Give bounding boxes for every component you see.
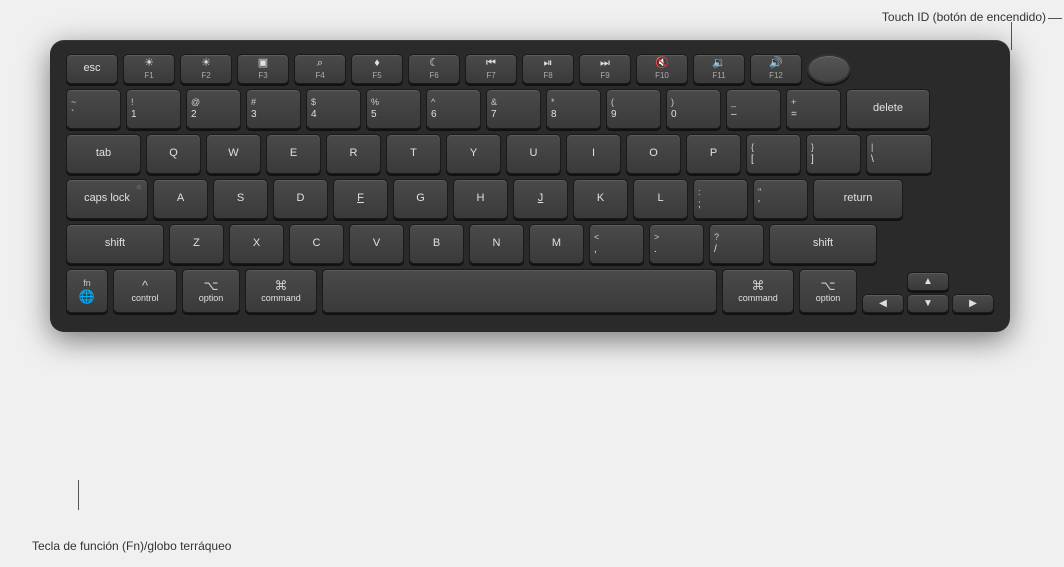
key-arrow-down[interactable]: ▼ (907, 294, 949, 313)
key-6[interactable]: ^6 (426, 89, 481, 129)
callout-touch-id: Touch ID (botón de encendido) (882, 10, 1046, 24)
key-slash[interactable]: ?/ (709, 224, 764, 264)
key-f12[interactable]: 🔊F12 (750, 54, 802, 84)
key-h[interactable]: H (453, 179, 508, 219)
callout-fn: Tecla de función (Fn)/globo terráqueo (32, 539, 231, 553)
key-a[interactable]: A (153, 179, 208, 219)
key-s[interactable]: S (213, 179, 268, 219)
key-f7[interactable]: ⏮F7 (465, 54, 517, 84)
key-7[interactable]: &7 (486, 89, 541, 129)
key-fn[interactable]: fn 🌐 (66, 269, 108, 313)
key-f[interactable]: F (333, 179, 388, 219)
key-u[interactable]: U (506, 134, 561, 174)
key-bracket-close[interactable]: }] (806, 134, 861, 174)
key-p[interactable]: P (686, 134, 741, 174)
key-shift-right[interactable]: shift (769, 224, 877, 264)
key-comma[interactable]: <, (589, 224, 644, 264)
key-k[interactable]: K (573, 179, 628, 219)
fn-row: esc ☀F1 ☀F2 ▣F3 ⌕F4 ♦F5 ☾F6 ⏮F7 ⏯F8 ⏭F9 … (66, 54, 994, 84)
key-return[interactable]: return (813, 179, 903, 219)
key-d[interactable]: D (273, 179, 328, 219)
key-option-left[interactable]: ⌥ option (182, 269, 240, 313)
key-f2[interactable]: ☀F2 (180, 54, 232, 84)
key-command-left[interactable]: ⌘ command (245, 269, 317, 313)
caps-indicator (137, 185, 141, 189)
bottom-row: fn 🌐 ^ control ⌥ option ⌘ command ⌘ comm… (66, 269, 994, 313)
key-8[interactable]: *8 (546, 89, 601, 129)
key-delete[interactable]: delete (846, 89, 930, 129)
key-space[interactable] (322, 269, 717, 313)
key-j[interactable]: J (513, 179, 568, 219)
callout-fn-line (78, 480, 79, 510)
key-o[interactable]: O (626, 134, 681, 174)
key-f1[interactable]: ☀F1 (123, 54, 175, 84)
key-v[interactable]: V (349, 224, 404, 264)
key-minus[interactable]: _– (726, 89, 781, 129)
key-backtick[interactable]: ~` (66, 89, 121, 129)
arrow-cluster: ▲ ◀ ▼ ▶ (862, 272, 994, 313)
qwerty-row: tab Q W E R T Y U I O P {[ }] |\ (66, 134, 994, 174)
key-2[interactable]: @2 (186, 89, 241, 129)
key-tab[interactable]: tab (66, 134, 141, 174)
key-f3[interactable]: ▣F3 (237, 54, 289, 84)
key-4[interactable]: $4 (306, 89, 361, 129)
key-e[interactable]: E (266, 134, 321, 174)
key-shift-left[interactable]: shift (66, 224, 164, 264)
key-y[interactable]: Y (446, 134, 501, 174)
key-bracket-open[interactable]: {[ (746, 134, 801, 174)
zxcv-row: shift Z X C V B N M <, >. ?/ shift (66, 224, 994, 264)
key-f10[interactable]: 🔇F10 (636, 54, 688, 84)
key-capslock[interactable]: caps lock (66, 179, 148, 219)
key-equals[interactable]: += (786, 89, 841, 129)
key-0[interactable]: )0 (666, 89, 721, 129)
key-n[interactable]: N (469, 224, 524, 264)
key-q[interactable]: Q (146, 134, 201, 174)
key-option-right[interactable]: ⌥ option (799, 269, 857, 313)
key-backslash[interactable]: |\ (866, 134, 932, 174)
key-f11[interactable]: 🔉F11 (693, 54, 745, 84)
key-w[interactable]: W (206, 134, 261, 174)
key-f9[interactable]: ⏭F9 (579, 54, 631, 84)
key-t[interactable]: T (386, 134, 441, 174)
key-esc[interactable]: esc (66, 54, 118, 84)
key-arrow-up[interactable]: ▲ (907, 272, 949, 291)
key-3[interactable]: #3 (246, 89, 301, 129)
key-semicolon[interactable]: :; (693, 179, 748, 219)
key-arrow-left[interactable]: ◀ (862, 294, 904, 313)
key-period[interactable]: >. (649, 224, 704, 264)
key-g[interactable]: G (393, 179, 448, 219)
key-l[interactable]: L (633, 179, 688, 219)
key-r[interactable]: R (326, 134, 381, 174)
key-quote[interactable]: "' (753, 179, 808, 219)
key-m[interactable]: M (529, 224, 584, 264)
key-f4[interactable]: ⌕F4 (294, 54, 346, 84)
key-i[interactable]: I (566, 134, 621, 174)
key-f8[interactable]: ⏯F8 (522, 54, 574, 84)
key-x[interactable]: X (229, 224, 284, 264)
key-arrow-right[interactable]: ▶ (952, 294, 994, 313)
key-9[interactable]: (9 (606, 89, 661, 129)
key-command-right[interactable]: ⌘ command (722, 269, 794, 313)
asdf-row: caps lock A S D F G H J K L :; "' return (66, 179, 994, 219)
key-b[interactable]: B (409, 224, 464, 264)
key-1[interactable]: !1 (126, 89, 181, 129)
key-c[interactable]: C (289, 224, 344, 264)
number-row: ~` !1 @2 #3 $4 %5 ^6 &7 *8 (9 )0 (66, 89, 994, 129)
keyboard: esc ☀F1 ☀F2 ▣F3 ⌕F4 ♦F5 ☾F6 ⏮F7 ⏯F8 ⏭F9 … (50, 40, 1010, 332)
callout-touch-id-line (1011, 22, 1012, 50)
key-f6[interactable]: ☾F6 (408, 54, 460, 84)
key-f5[interactable]: ♦F5 (351, 54, 403, 84)
key-control[interactable]: ^ control (113, 269, 177, 313)
key-touch-id[interactable] (807, 54, 851, 84)
key-5[interactable]: %5 (366, 89, 421, 129)
key-z[interactable]: Z (169, 224, 224, 264)
